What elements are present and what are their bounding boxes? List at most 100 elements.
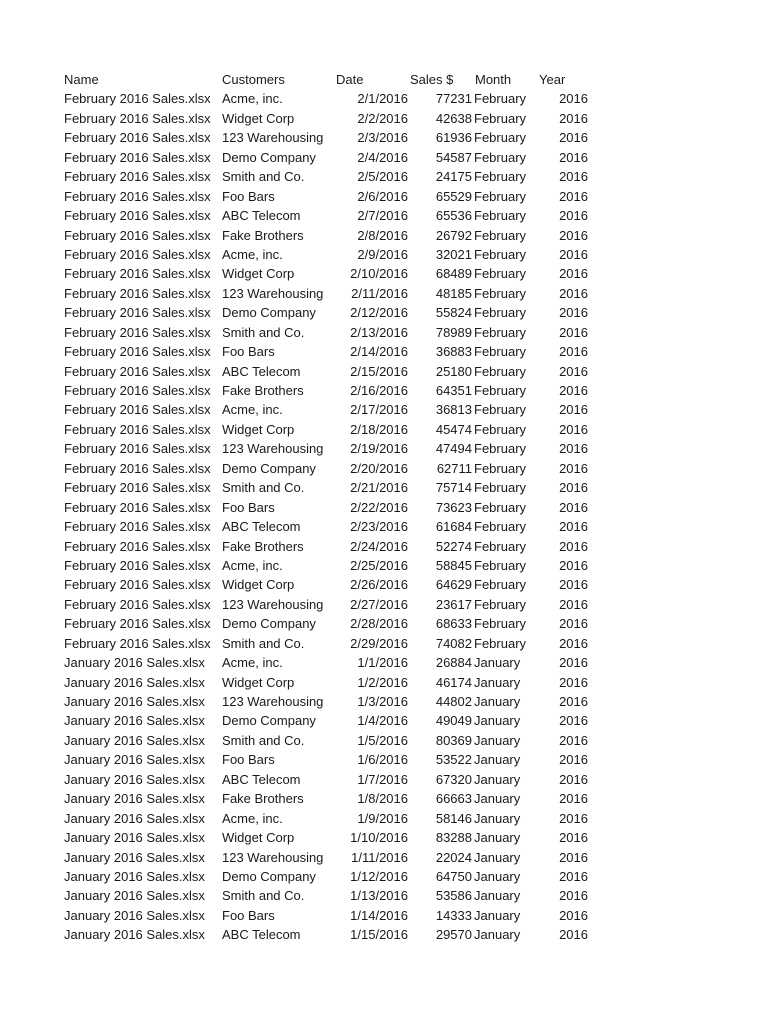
cell-month: February <box>474 130 527 146</box>
cell-name: January 2016 Sales.xlsx <box>64 907 205 923</box>
cell-name: February 2016 Sales.xlsx <box>64 460 211 476</box>
cell-customer: Smith and Co. <box>222 169 305 185</box>
cell-sales: 49049 <box>435 713 472 729</box>
cell-year: 2016 <box>559 324 588 340</box>
cell-year: 2016 <box>559 169 588 185</box>
cell-name: January 2016 Sales.xlsx <box>64 927 205 943</box>
header-sales: Sales $ <box>410 72 454 87</box>
cell-customer: ABC Telecom <box>222 771 301 787</box>
cell-customer: Foo Bars <box>222 188 275 204</box>
cell-sales: 46174 <box>435 674 472 690</box>
cell-customer: Widget Corp <box>222 110 295 126</box>
cell-sales: 32021 <box>435 246 472 262</box>
cell-name: February 2016 Sales.xlsx <box>64 324 211 340</box>
cell-month: January <box>474 771 521 787</box>
cell-month: January <box>474 849 521 865</box>
cell-name: February 2016 Sales.xlsx <box>64 110 211 126</box>
cell-year: 2016 <box>559 713 588 729</box>
cell-name: January 2016 Sales.xlsx <box>64 732 205 748</box>
header-customers: Customers <box>222 72 285 87</box>
cell-date: 2/23/2016 <box>350 519 408 535</box>
cell-sales: 29570 <box>435 927 472 943</box>
cell-month: January <box>474 888 521 904</box>
cell-sales: 24175 <box>435 169 472 185</box>
cell-date: 2/10/2016 <box>350 266 408 282</box>
cell-month: February <box>474 577 527 593</box>
cell-year: 2016 <box>559 441 588 457</box>
cell-name: January 2016 Sales.xlsx <box>64 888 205 904</box>
cell-year: 2016 <box>559 460 588 476</box>
cell-month: February <box>474 344 527 360</box>
cell-name: February 2016 Sales.xlsx <box>64 616 211 632</box>
cell-month: February <box>474 285 527 301</box>
cell-date: 2/16/2016 <box>350 383 408 398</box>
cell-customer: ABC Telecom <box>222 519 301 535</box>
cell-customer: Demo Company <box>222 149 316 165</box>
cell-date: 2/11/2016 <box>351 285 408 301</box>
cell-sales: 67320 <box>435 771 472 787</box>
cell-date: 2/29/2016 <box>350 635 408 651</box>
cell-sales: 83288 <box>435 830 472 846</box>
cell-sales: 65529 <box>435 188 472 204</box>
cell-customer: Smith and Co. <box>222 324 305 340</box>
cell-customer: Smith and Co. <box>222 888 305 904</box>
cell-date: 1/2/2016 <box>357 674 408 690</box>
cell-date: 2/21/2016 <box>350 480 408 496</box>
cell-sales: 61936 <box>435 130 472 146</box>
cell-month: January <box>474 674 521 690</box>
cell-month: January <box>474 927 521 943</box>
cell-name: February 2016 Sales.xlsx <box>64 149 211 165</box>
cell-date: 2/2/2016 <box>357 110 408 126</box>
cell-month: February <box>474 305 527 321</box>
cell-customer: Acme, inc. <box>222 655 283 671</box>
cell-customer: Demo Company <box>222 460 316 476</box>
cell-sales: 53586 <box>435 888 472 904</box>
cell-month: January <box>474 655 521 671</box>
cell-customer: 123 Warehousing <box>222 441 324 457</box>
cell-customer: Acme, inc. <box>222 810 283 826</box>
cell-name: January 2016 Sales.xlsx <box>64 713 205 729</box>
cell-customer: 123 Warehousing <box>222 694 324 709</box>
cell-sales: 22024 <box>435 849 472 865</box>
cell-date: 2/3/2016 <box>357 130 408 146</box>
cell-sales: 58146 <box>435 810 472 826</box>
cell-name: January 2016 Sales.xlsx <box>64 810 205 826</box>
cell-date: 2/6/2016 <box>357 188 408 204</box>
cell-month: February <box>474 188 527 204</box>
cell-month: February <box>474 596 527 612</box>
cell-customer: Widget Corp <box>222 674 295 690</box>
cell-month: February <box>474 635 527 651</box>
cell-customer: Widget Corp <box>222 266 295 282</box>
cell-month: February <box>474 421 527 437</box>
cell-sales: 55824 <box>435 305 472 321</box>
cell-month: January <box>474 752 521 768</box>
header-year: Year <box>539 72 566 87</box>
cell-month: February <box>474 363 527 379</box>
cell-name: February 2016 Sales.xlsx <box>64 577 211 593</box>
cell-date: 2/14/2016 <box>350 344 408 360</box>
cell-date: 1/11/2016 <box>351 849 408 865</box>
cell-year: 2016 <box>559 110 588 126</box>
cell-date: 2/22/2016 <box>350 499 408 515</box>
cell-month: February <box>474 557 527 573</box>
cell-date: 2/24/2016 <box>350 538 408 554</box>
cell-sales: 26884 <box>435 655 472 671</box>
cell-name: January 2016 Sales.xlsx <box>64 752 205 768</box>
cell-month: February <box>474 266 527 282</box>
cell-date: 2/7/2016 <box>357 208 408 224</box>
cell-customer: Foo Bars <box>222 344 275 360</box>
cell-name: February 2016 Sales.xlsx <box>64 596 211 612</box>
cell-year: 2016 <box>559 868 588 884</box>
cell-month: February <box>474 91 527 107</box>
cell-date: 2/12/2016 <box>350 305 408 321</box>
cell-customer: Acme, inc. <box>222 246 283 262</box>
cell-date: 1/6/2016 <box>357 752 408 768</box>
cell-year: 2016 <box>559 596 588 612</box>
cell-date: 2/28/2016 <box>350 616 408 632</box>
cell-date: 1/13/2016 <box>350 888 408 904</box>
cell-name: February 2016 Sales.xlsx <box>64 227 211 243</box>
cell-date: 2/4/2016 <box>357 149 408 165</box>
cell-month: February <box>474 246 527 262</box>
cell-date: 1/7/2016 <box>357 771 408 787</box>
cell-year: 2016 <box>559 694 588 709</box>
